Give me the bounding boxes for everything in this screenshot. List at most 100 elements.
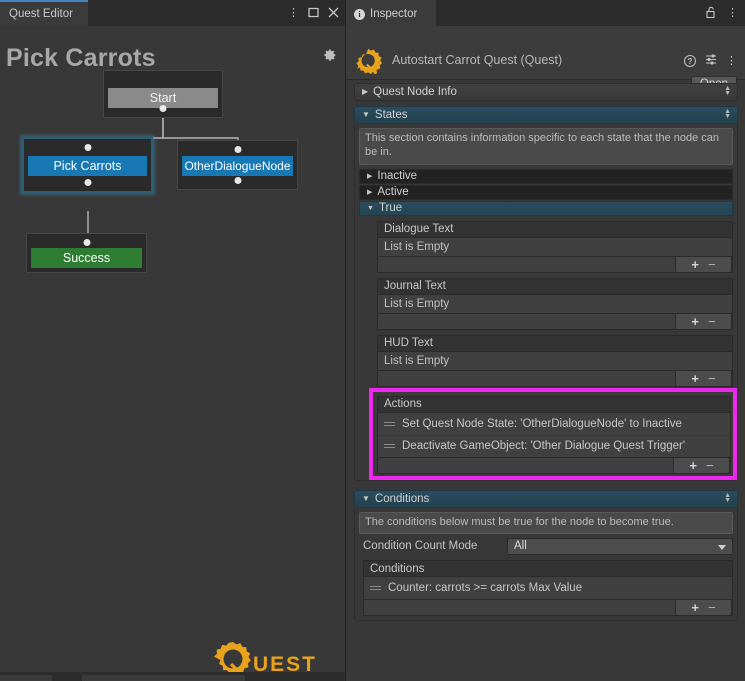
node-input-port[interactable] [234, 146, 241, 153]
condition-count-mode-value: All [514, 540, 527, 553]
state-row-true[interactable]: ▼ True [359, 200, 733, 216]
node-input-port[interactable] [83, 239, 90, 246]
list-item-label: Counter: carrots >= carrots Max Value [388, 582, 583, 595]
condition-count-mode-row: Condition Count Mode All [359, 537, 733, 555]
inspected-object-name: Autostart Carrot Quest (Quest) [392, 53, 563, 67]
graph-node-success-label: Success [31, 248, 142, 268]
drag-handle-icon[interactable] [384, 444, 395, 448]
list-item[interactable]: Counter: carrots >= carrots Max Value [364, 577, 732, 599]
foldout-conditions[interactable]: ▼ Conditions ▲ ▼ [354, 489, 738, 508]
node-output-port[interactable] [234, 177, 241, 184]
tab-quest-editor[interactable]: Quest Editor [0, 0, 88, 26]
remove-item-button[interactable]: − [706, 459, 714, 472]
inspected-object-header: Autostart Carrot Quest (Quest) ? ⋮ Open [346, 26, 745, 93]
list-conditions: Conditions Counter: carrots >= carrots M… [363, 560, 733, 617]
bottom-tab-partial-right[interactable] [82, 675, 245, 681]
list-conditions-title: Conditions [370, 562, 425, 575]
conditions-help-text: The conditions below must be true for th… [359, 511, 733, 535]
bottom-tab-strip [0, 672, 345, 681]
chevron-right-icon: ▶ [367, 172, 373, 180]
bottom-tab-partial-left[interactable] [0, 675, 52, 681]
list-hud-text: HUD Text List is Empty + − [377, 334, 733, 387]
list-item-label: Set Quest Node State: 'OtherDialogueNode… [402, 417, 682, 430]
foldout-conditions-label: Conditions [374, 492, 430, 505]
quest-editor-tabbar: Quest Editor ⋮ [0, 0, 345, 26]
node-output-port[interactable] [84, 179, 91, 186]
list-actions: Actions Set Quest Node State: 'OtherDial… [369, 387, 737, 480]
kebab-menu-icon[interactable]: ⋮ [727, 7, 738, 19]
add-item-button[interactable]: + [691, 258, 699, 271]
state-row-inactive[interactable]: ▶ Inactive [359, 168, 733, 184]
node-input-port[interactable] [84, 144, 91, 151]
tab-inspector[interactable]: i Inspector [346, 0, 436, 26]
list-conditions-header: Conditions [363, 560, 733, 578]
list-actions-header: Actions [377, 395, 731, 413]
info-icon: i [354, 8, 365, 20]
close-icon[interactable] [328, 7, 339, 20]
foldout-quest-node-info[interactable]: ▶ Quest Node Info ▲ ▼ [354, 83, 738, 101]
maximize-icon[interactable] [308, 7, 319, 20]
state-row-true-label: True [378, 202, 403, 214]
chevron-down-icon: ▼ [362, 110, 370, 119]
inspector-pane: i Inspector ⋮ Autostart Carrot Quest (Qu… [345, 0, 745, 681]
graph-node-pick-carrots-label: Pick Carrots [28, 156, 147, 176]
list-item[interactable]: Set Quest Node State: 'OtherDialogueNode… [378, 413, 730, 435]
preset-icon[interactable] [705, 52, 717, 70]
state-row-inactive-label: Inactive [377, 170, 418, 182]
graph-node-success[interactable]: Success [26, 233, 147, 273]
condition-count-mode-dropdown[interactable]: All [507, 537, 733, 555]
node-output-port[interactable] [159, 105, 167, 112]
state-row-active-label: Active [377, 186, 409, 198]
graph-edges [87, 118, 239, 267]
drag-handle-icon[interactable] [384, 421, 395, 426]
list-add-remove-buttons: + − [675, 369, 732, 387]
graph-node-pick-carrots[interactable]: Pick Carrots [22, 137, 153, 193]
list-hud-text-footer: + − [377, 369, 733, 387]
list-actions-footer: + − [377, 456, 731, 474]
reorder-icon[interactable]: ▲ ▼ [724, 108, 731, 120]
list-add-remove-buttons: + − [675, 255, 732, 273]
add-item-button[interactable]: + [691, 315, 699, 328]
list-journal-text-header: Journal Text [377, 277, 733, 295]
states-help-text: This section contains information specif… [359, 128, 733, 165]
remove-item-button[interactable]: − [708, 315, 716, 328]
quest-node-graph-canvas[interactable]: Start Pick Carrots OtherDialogueNode Suc… [0, 26, 345, 674]
remove-item-button[interactable]: − [708, 601, 716, 614]
tab-inspector-label: Inspector [370, 8, 418, 20]
remove-item-button[interactable]: − [708, 372, 716, 385]
list-add-remove-buttons: + − [675, 599, 732, 617]
chevron-down-icon [718, 544, 726, 550]
help-icon[interactable]: ? [684, 55, 696, 67]
lock-open-icon[interactable] [706, 6, 716, 20]
reorder-icon[interactable]: ▲ ▼ [724, 492, 731, 504]
add-item-button[interactable]: + [691, 601, 699, 614]
list-journal-text-footer: + − [377, 312, 733, 330]
add-item-button[interactable]: + [691, 372, 699, 385]
foldout-states[interactable]: ▼ States ▲ ▼ [354, 106, 738, 124]
kebab-menu-icon[interactable]: ⋮ [288, 7, 299, 19]
list-item-label: Deactivate GameObject: 'Other Dialogue Q… [402, 440, 686, 452]
add-item-button[interactable]: + [689, 459, 697, 472]
state-row-active[interactable]: ▶ Active [359, 184, 733, 200]
remove-item-button[interactable]: − [708, 258, 716, 271]
list-actions-title: Actions [384, 398, 422, 410]
list-conditions-footer: + − [363, 599, 733, 617]
list-empty-text: List is Empty [384, 240, 450, 253]
drag-handle-icon[interactable] [370, 586, 381, 591]
foldout-states-label: States [374, 109, 408, 121]
list-journal-text-body: List is Empty [377, 294, 733, 314]
list-hud-text-title: HUD Text [384, 337, 433, 349]
graph-node-start[interactable]: Start [103, 70, 223, 118]
quest-editor-application: Quest Editor ⋮ Pick Carrots Start Pick C… [0, 0, 745, 681]
condition-count-mode-label: Condition Count Mode [363, 540, 478, 553]
svg-text:UEST: UEST [253, 653, 317, 674]
kebab-menu-icon[interactable]: ⋮ [726, 55, 737, 67]
tab-quest-editor-label: Quest Editor [9, 8, 73, 20]
list-hud-text-header: HUD Text [377, 334, 733, 352]
graph-node-other-dialogue[interactable]: OtherDialogueNode [177, 140, 298, 190]
reorder-icon[interactable]: ▲ ▼ [724, 85, 731, 97]
list-dialogue-text-footer: + − [377, 255, 733, 273]
list-actions-body: Set Quest Node State: 'OtherDialogueNode… [377, 412, 731, 458]
list-item[interactable]: Deactivate GameObject: 'Other Dialogue Q… [378, 434, 730, 457]
chevron-down-icon: ▼ [362, 493, 370, 503]
